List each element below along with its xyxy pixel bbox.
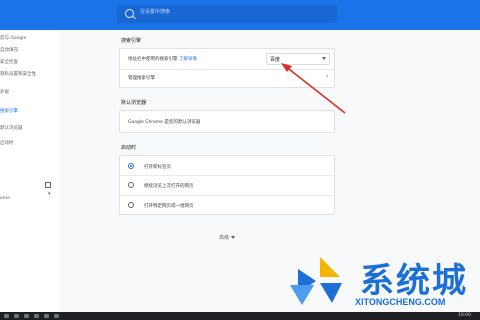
taskbar-app-icon[interactable] [24,314,29,318]
taskbar-app-icon[interactable] [34,314,39,318]
taskbar-clock: 10:00 [458,313,471,318]
taskbar: 10:00 [0,312,480,320]
start-icon[interactable] [4,314,9,318]
taskbar-app-icon[interactable] [54,314,59,318]
annotation-arrow-shaft [284,65,346,114]
taskbar-app-icon[interactable] [44,314,49,318]
taskbar-app-icon[interactable] [14,314,19,318]
watermark-logo-icon [290,257,342,305]
watermark-url: XITONGCHENG.COM [355,297,446,307]
watermark-title: 系统城 [360,261,468,301]
site-watermark: 系统城 XITONGCHENG.COM [280,253,480,309]
